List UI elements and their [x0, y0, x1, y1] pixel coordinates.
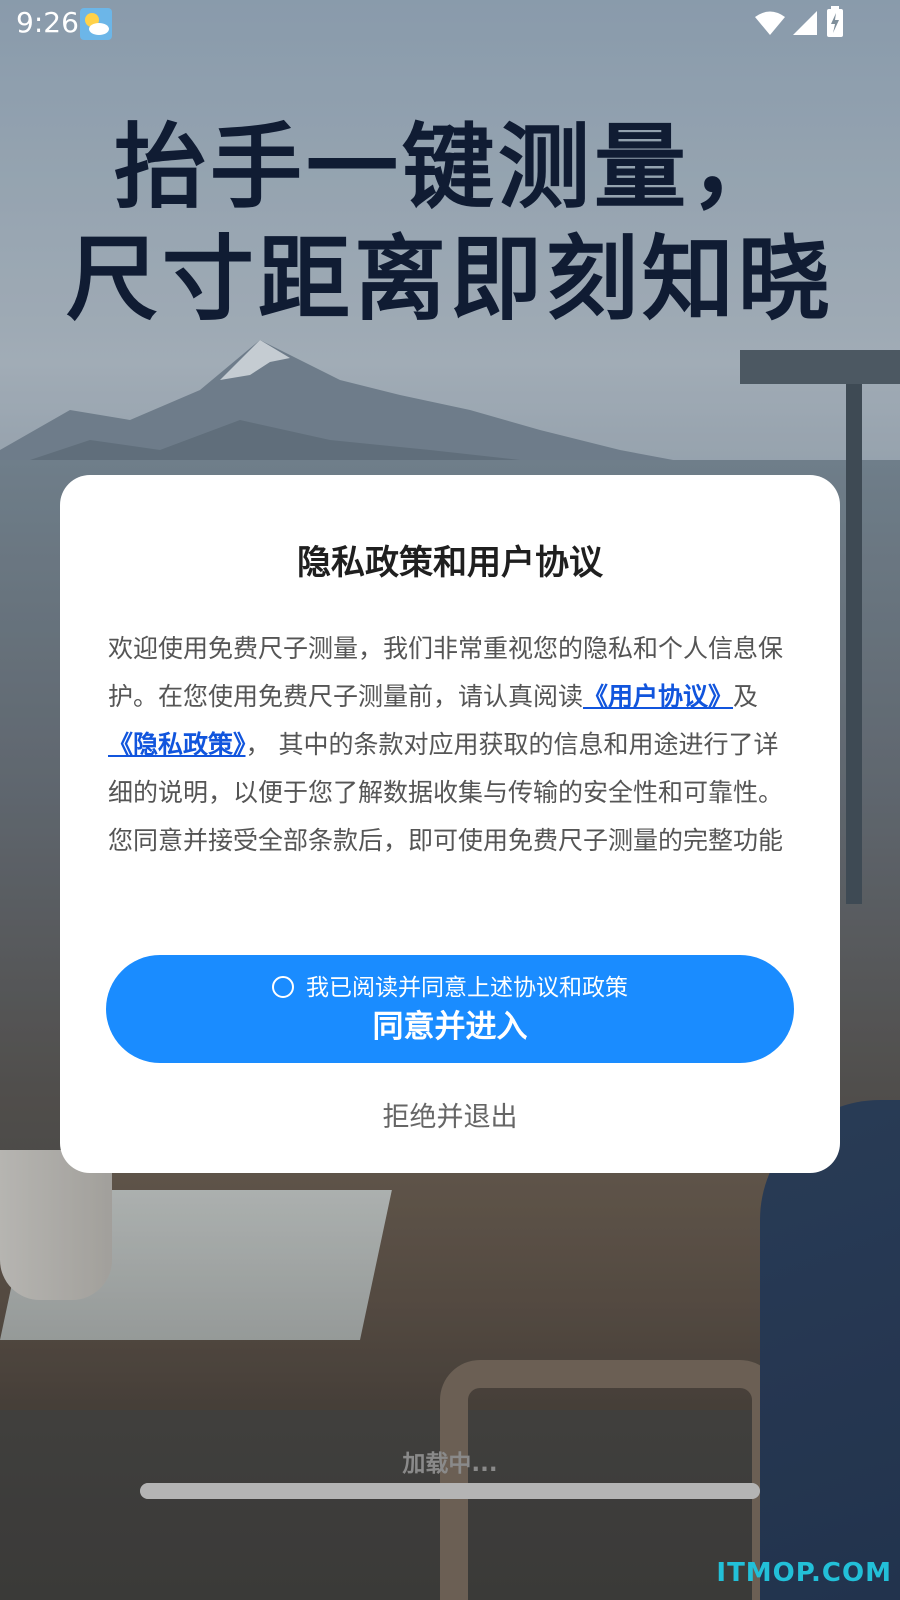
- loading-text: 加载中...: [402, 1451, 498, 1477]
- user-agreement-link[interactable]: 《用户协议》: [583, 682, 733, 711]
- dialog-title: 隐私政策和用户协议: [297, 543, 603, 583]
- watermark: ITMOP.COM: [716, 1558, 892, 1588]
- wifi-icon: [755, 11, 785, 35]
- battery-charging-icon: [827, 6, 843, 37]
- signal-icon: [793, 11, 817, 35]
- agree-checkbox-label: 我已阅读并同意上述协议和政策: [306, 975, 628, 1001]
- privacy-policy-link[interactable]: 《隐私政策》: [108, 730, 246, 759]
- agree-and-enter-button[interactable]: 我已阅读并同意上述协议和政策 同意并进入: [106, 955, 794, 1063]
- body-connector: 及: [733, 682, 759, 711]
- loading-progress-fill: [140, 1483, 760, 1499]
- headline-line-2: 尺寸距离即刻知晓: [65, 226, 834, 333]
- status-time: 9:26: [16, 6, 79, 39]
- agree-radio-icon[interactable]: [272, 976, 294, 998]
- dialog-body-text: 欢迎使用免费尺子测量，我们非常重视您的隐私和个人信息保护。在您使用免费尺子测量前…: [108, 625, 798, 865]
- privacy-dialog: 隐私政策和用户协议 欢迎使用免费尺子测量，我们非常重视您的隐私和个人信息保护。在…: [60, 475, 840, 1173]
- agree-button-label: 同意并进入: [372, 1009, 528, 1045]
- headline-line-1: 抬手一键测量，: [113, 114, 786, 221]
- promo-headline: 抬手一键测量， 尺寸距离即刻知晓: [0, 112, 900, 336]
- loading-progress-bar: [140, 1483, 760, 1499]
- reject-and-exit-button[interactable]: 拒绝并退出: [60, 1095, 840, 1134]
- agree-checkbox-row[interactable]: 我已阅读并同意上述协议和政策: [106, 973, 794, 1003]
- status-bar: 9:26: [0, 0, 900, 48]
- weather-icon: [80, 8, 112, 40]
